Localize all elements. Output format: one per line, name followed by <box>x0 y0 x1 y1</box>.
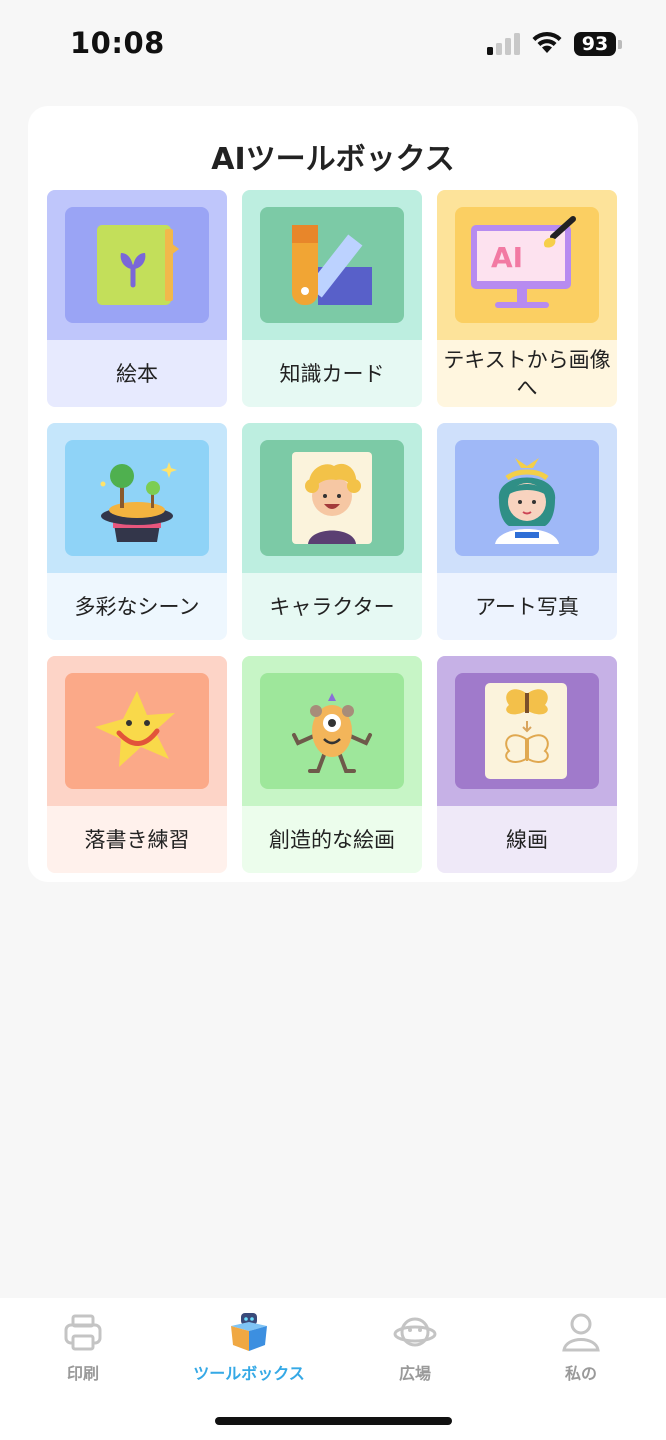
toolbox-panel: AIツールボックス 絵本 知識カード AI テキストから画像へ 多彩なシーン キ… <box>28 106 638 882</box>
tool-card-picture-book[interactable]: 絵本 <box>47 190 227 407</box>
doodle-star-icon <box>95 691 175 767</box>
tool-card-label: アート写真 <box>475 594 579 619</box>
printer-icon <box>64 1314 102 1351</box>
tab-label: 印刷 <box>66 1364 99 1383</box>
planet-icon <box>393 1317 437 1347</box>
tab-mine[interactable]: 私の <box>498 1306 664 1386</box>
tab-print[interactable]: 印刷 <box>0 1306 166 1386</box>
tool-card-image <box>260 673 404 789</box>
toolbox-icon <box>231 1313 267 1351</box>
tool-card-label: 落書き練習 <box>84 827 190 852</box>
picture-book-icon <box>97 225 179 305</box>
tool-card-label: 多彩なシーン <box>74 594 200 619</box>
wifi-icon <box>532 31 562 53</box>
home-indicator <box>215 1417 452 1425</box>
tool-card-label: キャラクター <box>269 594 395 619</box>
tool-card-text-to-image[interactable]: AI テキストから画像へ <box>437 190 617 407</box>
tool-card-label: 絵本 <box>116 361 158 386</box>
tab-label: 広場 <box>398 1364 431 1383</box>
tool-card-knowledge-card[interactable]: 知識カード <box>242 190 422 407</box>
tab-label: ツールボックス <box>193 1364 305 1383</box>
tool-card-image <box>455 673 599 789</box>
tool-card-various-scenes[interactable]: 多彩なシーン <box>47 423 227 640</box>
tool-card-label: 知識カード <box>279 361 385 386</box>
ai-monitor-icon: AI <box>471 216 576 308</box>
svg-text:AI: AI <box>491 241 523 274</box>
tool-card-character[interactable]: キャラクター <box>242 423 422 640</box>
tool-card-label: テキストから画像へ <box>443 347 611 400</box>
cellular-signal-icon <box>487 33 520 55</box>
art-photo-girl-icon <box>495 458 559 544</box>
tool-card-image <box>260 207 404 323</box>
magic-hat-island-icon <box>100 462 177 542</box>
battery-indicator: 93 <box>574 32 616 56</box>
tab-plaza[interactable]: 広場 <box>332 1306 498 1386</box>
status-bar: 10:08 93 <box>0 0 666 90</box>
tool-card-line-art[interactable]: 線画 <box>437 656 617 873</box>
character-portrait-icon <box>292 452 372 544</box>
color-swatch-icon <box>292 225 372 305</box>
tool-card-image <box>65 440 209 556</box>
tool-card-creative-painting[interactable]: 創造的な絵画 <box>242 656 422 873</box>
tab-label: 私の <box>564 1364 597 1383</box>
tool-card-image: AI <box>455 207 599 323</box>
butterfly-lineart-icon <box>485 683 567 779</box>
tab-toolbox[interactable]: ツールボックス <box>166 1306 332 1386</box>
tool-card-image <box>65 207 209 323</box>
tool-grid: 絵本 知識カード AI テキストから画像へ 多彩なシーン キャラクター アート写… <box>47 190 619 873</box>
page-title: AIツールボックス <box>211 142 455 177</box>
tool-card-image <box>455 440 599 556</box>
person-icon <box>562 1313 600 1352</box>
tool-card-label: 創造的な絵画 <box>269 827 395 852</box>
status-time: 10:08 <box>70 26 165 60</box>
monster-icon <box>292 693 372 773</box>
tool-card-label: 線画 <box>506 827 548 852</box>
tool-card-art-photo[interactable]: アート写真 <box>437 423 617 640</box>
tool-card-image <box>65 673 209 789</box>
tool-card-doodle-practice[interactable]: 落書き練習 <box>47 656 227 873</box>
battery-tip <box>618 40 622 49</box>
tool-card-image <box>260 440 404 556</box>
